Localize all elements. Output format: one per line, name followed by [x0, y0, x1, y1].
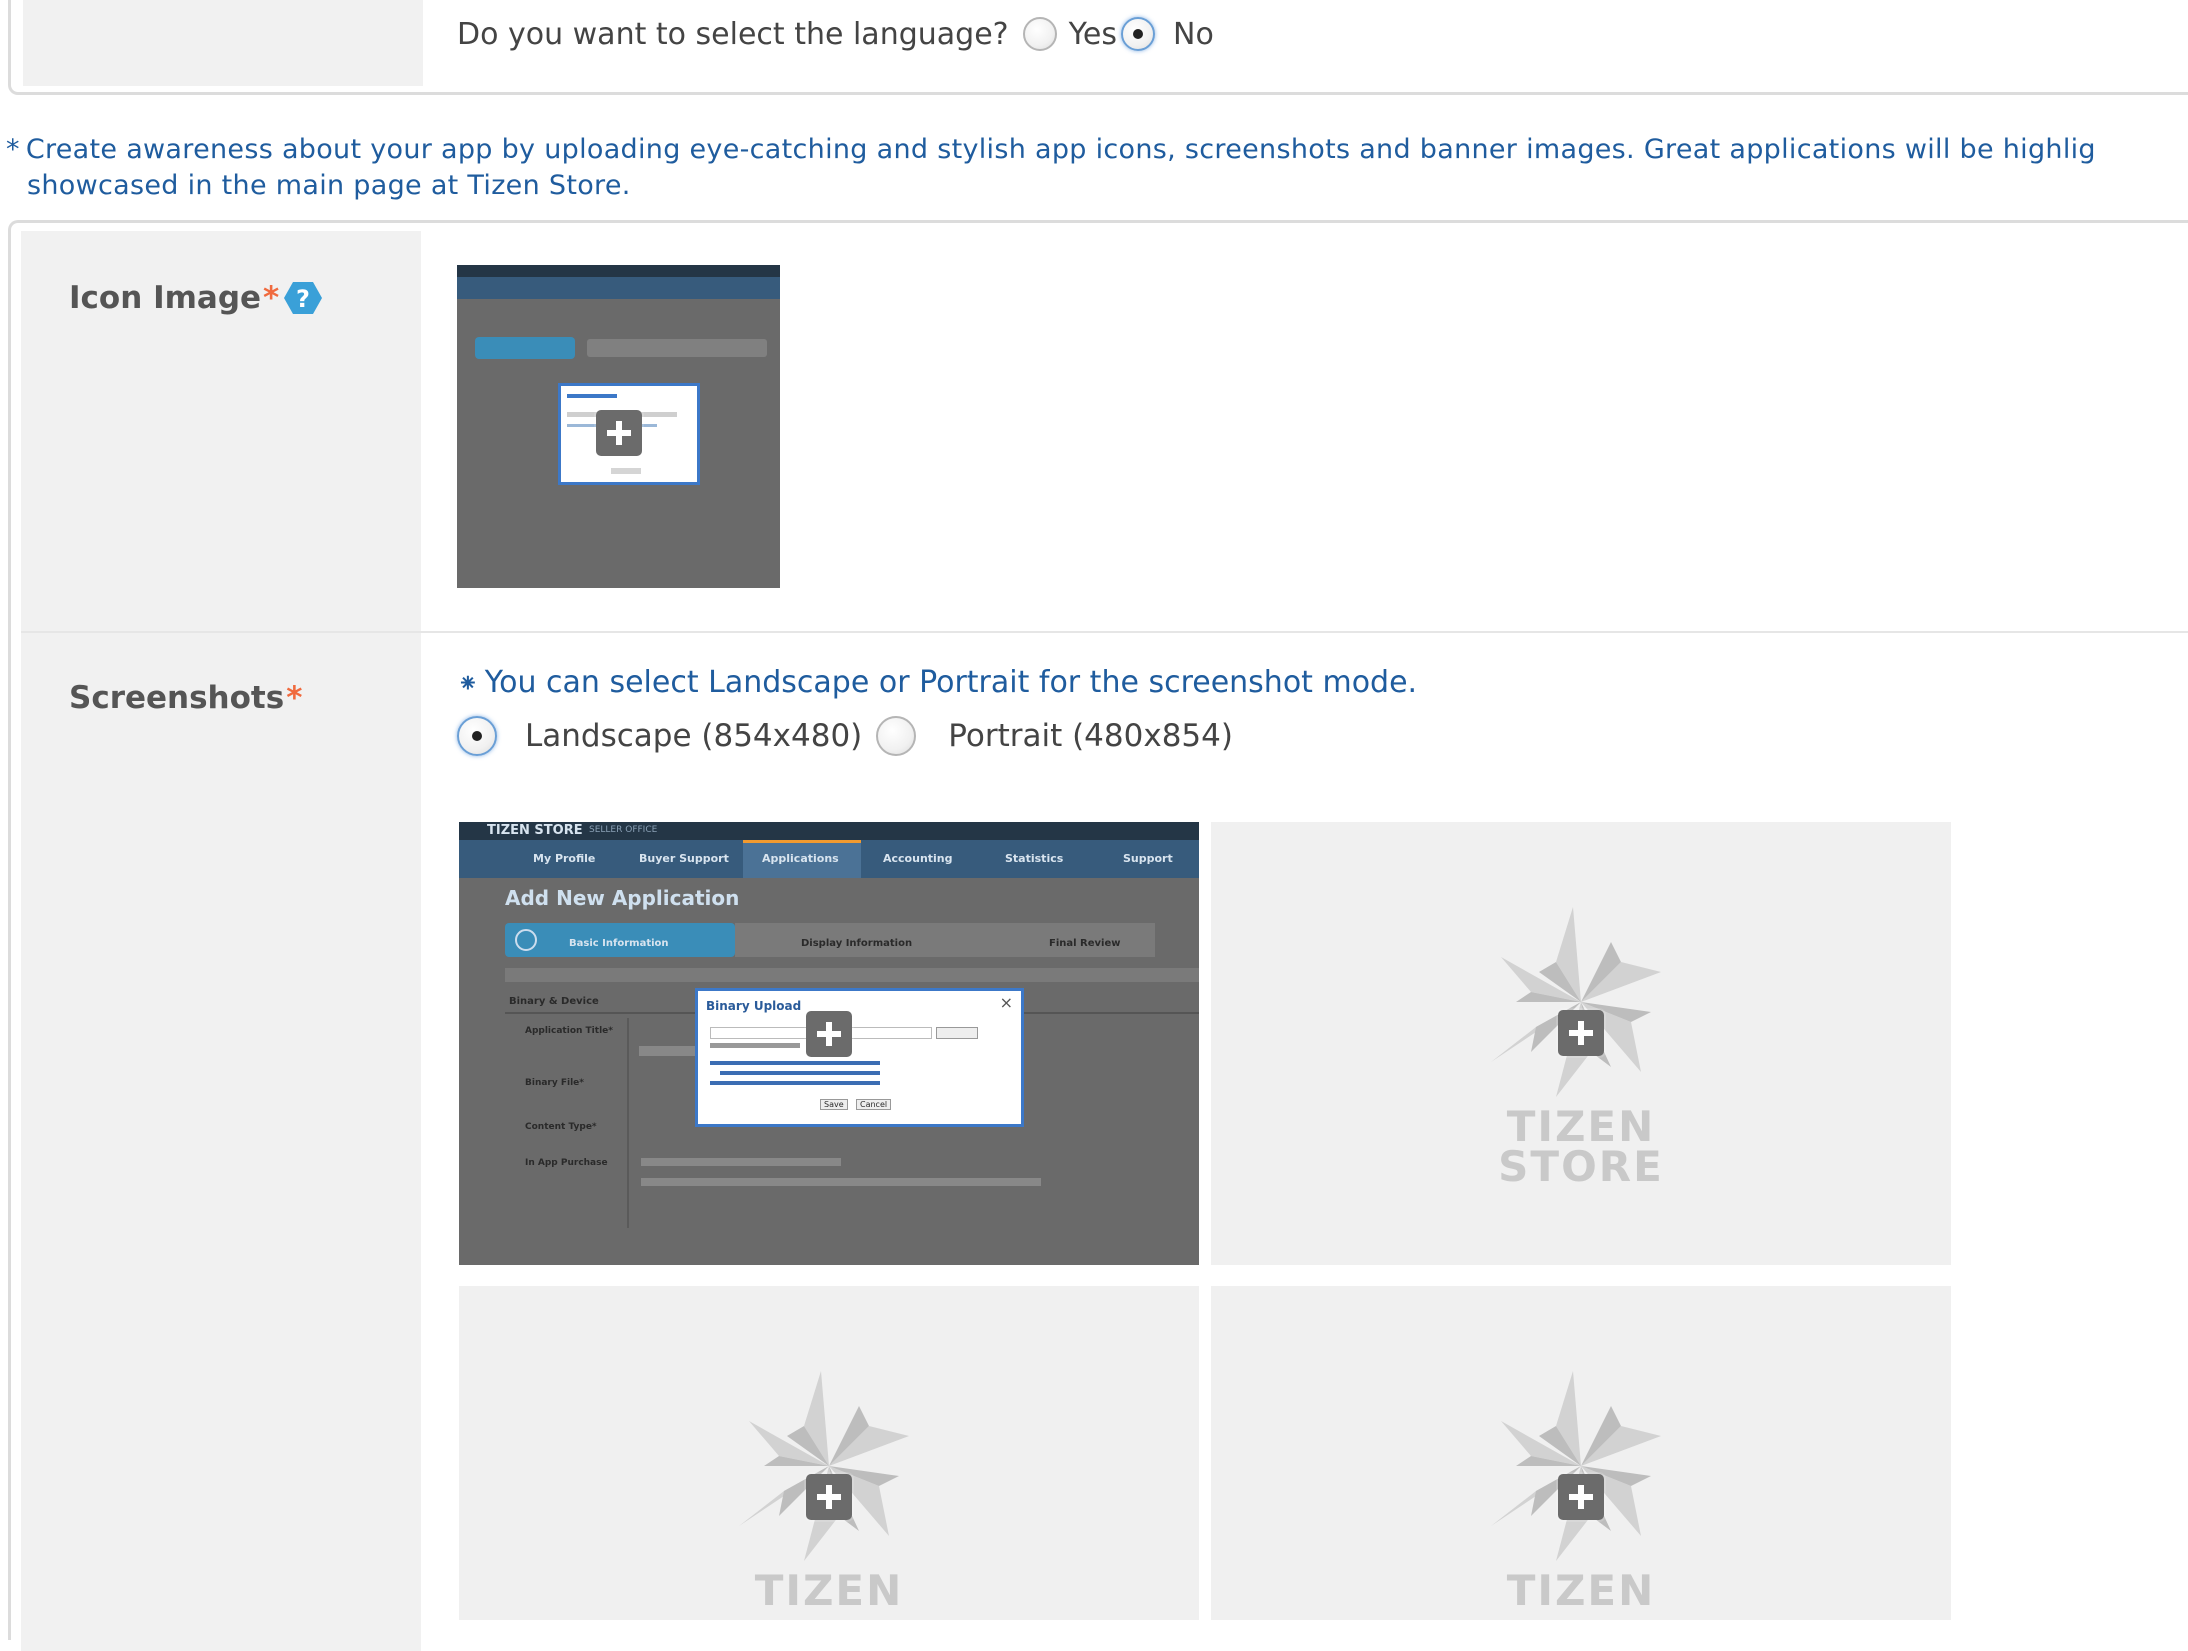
- mini-step-3: Final Review: [1049, 938, 1121, 949]
- mini-nav-1: My Profile: [533, 852, 596, 865]
- mini-nav-2: Buyer Support: [639, 852, 729, 865]
- screenshot-note-text: You can select Landscape or Portrait for…: [484, 665, 1418, 700]
- language-no-radio[interactable]: [1121, 17, 1156, 51]
- portrait-label[interactable]: Portrait (480x854): [948, 718, 1233, 754]
- mini-page-title: Add New Application: [505, 886, 740, 910]
- screenshot-slot-2[interactable]: TIZEN STORE: [1211, 822, 1951, 1265]
- mini-close-icon: ×: [999, 993, 1013, 1012]
- mini-brand-sub: SELLER OFFICE: [589, 825, 658, 835]
- mini-nav-4: Accounting: [883, 852, 953, 865]
- language-no-label[interactable]: No: [1173, 17, 1214, 52]
- mini-nav-5: Statistics: [1005, 852, 1064, 865]
- svg-text:?: ?: [296, 285, 310, 313]
- screenshots-label-text: Screenshots: [69, 680, 285, 716]
- portrait-radio[interactable]: [876, 716, 917, 756]
- tizen-store-logo-icon: [1491, 907, 1661, 1097]
- mini-dialog: Binary Upload × Save Cancel: [695, 988, 1024, 1127]
- icon-image-label: Icon Image * ?: [69, 280, 323, 316]
- mini-step-bar: [587, 339, 767, 357]
- mini-field-2: Binary File*: [525, 1078, 584, 1088]
- landscape-radio[interactable]: [457, 716, 497, 756]
- add-screenshot-4-button[interactable]: [1558, 1474, 1604, 1520]
- language-row: Do you want to select the language? Yes …: [457, 12, 1214, 56]
- icon-image-required: *: [263, 280, 280, 316]
- language-yes-radio[interactable]: [1022, 17, 1057, 51]
- mini-brand: TIZEN STORE: [487, 823, 583, 838]
- mini-save-button: Save: [820, 1099, 848, 1110]
- awareness-notice: * Create awareness about your app by uplo…: [6, 132, 2186, 204]
- mini-dialog-title: Binary Upload: [706, 999, 802, 1013]
- language-yes-label[interactable]: Yes: [1069, 17, 1117, 52]
- mini-field-1: Application Title*: [525, 1026, 613, 1036]
- mini-step-1: Basic Information: [569, 938, 669, 949]
- screenshots-required: *: [286, 680, 303, 716]
- landscape-label[interactable]: Landscape (854x480): [525, 718, 862, 754]
- mini-cancel-button: Cancel: [856, 1099, 892, 1110]
- mini-nav: My Profile Buyer Support Applications Ac…: [459, 840, 1199, 878]
- placeholder-brand-tizen: TIZEN: [754, 1566, 904, 1615]
- plus-icon: [607, 421, 631, 445]
- add-screenshot-3-button[interactable]: [806, 1474, 852, 1520]
- media-label-column: [21, 231, 421, 1651]
- notice-line-2: showcased in the main page at Tizen Stor…: [27, 170, 631, 201]
- question-icon[interactable]: ?: [283, 280, 323, 316]
- mini-step: [475, 337, 575, 359]
- screenshot-mode-row: Landscape (854x480) Portrait (480x854): [457, 712, 1233, 760]
- mini-topbar: TIZEN STORE SELLER OFFICE: [459, 822, 1199, 840]
- screenshot-slot-4[interactable]: TIZEN: [1211, 1286, 1951, 1620]
- screenshot-slot-3[interactable]: TIZEN: [459, 1286, 1199, 1620]
- placeholder-brand-store: STORE: [1498, 1142, 1664, 1191]
- notice-line-1: Create awareness about your app by uploa…: [25, 134, 2096, 165]
- plus-icon: [817, 1022, 841, 1046]
- screenshots-label: Screenshots *: [69, 680, 302, 716]
- tizen-store-logo-icon: [1491, 1371, 1661, 1561]
- notice-star: *: [6, 134, 20, 165]
- add-screenshot-1-button[interactable]: [806, 1011, 852, 1057]
- mini-topbar: [457, 265, 780, 277]
- plus-icon: [817, 1485, 841, 1509]
- screenshot-mode-note: ⁕ You can select Landscape or Portrait fo…: [457, 665, 1417, 700]
- icon-image-upload[interactable]: [457, 265, 780, 588]
- tizen-store-logo-icon: [739, 1371, 909, 1561]
- mini-field-3: Content Type*: [525, 1122, 597, 1132]
- mini-field-4: In App Purchase: [525, 1158, 608, 1168]
- mini-nav: [457, 277, 780, 299]
- plus-icon: [1569, 1485, 1593, 1509]
- icon-image-label-text: Icon Image: [69, 280, 262, 316]
- note-star: ⁕: [457, 669, 479, 699]
- add-icon-image-button[interactable]: [596, 410, 642, 456]
- mini-nav-3: Applications: [762, 852, 839, 865]
- add-screenshot-2-button[interactable]: [1558, 1010, 1604, 1056]
- screenshot-slot-1[interactable]: TIZEN STORE SELLER OFFICE My Profile Buy…: [459, 822, 1199, 1265]
- language-label-column: [23, 0, 423, 86]
- plus-icon: [1569, 1021, 1593, 1045]
- language-question: Do you want to select the language?: [457, 16, 1009, 52]
- mini-section: Binary & Device: [509, 996, 599, 1007]
- mini-step-2: Display Information: [801, 938, 913, 949]
- row-divider: [21, 631, 2188, 633]
- placeholder-brand-tizen: TIZEN: [1506, 1566, 1656, 1615]
- mini-nav-6: Support: [1123, 852, 1173, 865]
